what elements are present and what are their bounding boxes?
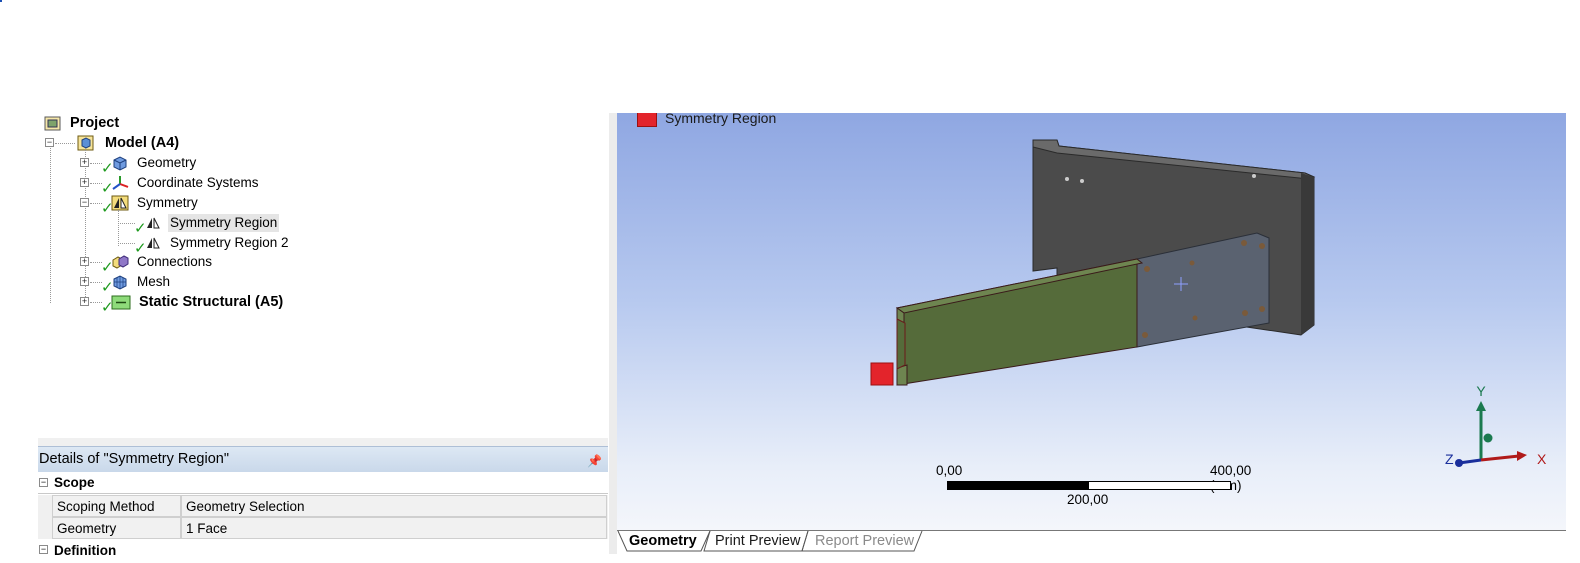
tree-item-coordinate-systems[interactable]: Coordinate Systems [111, 173, 261, 193]
tree-label-connections: Connections [137, 254, 213, 269]
viewport-edge [1566, 113, 1580, 554]
property-key: Scoping Method [52, 495, 181, 517]
graphics-viewport[interactable]: Symmetry Region 0,00 400,00 (mm) [617, 113, 1566, 530]
tree-label-mesh: Mesh [137, 274, 171, 289]
tree-connector [118, 223, 135, 224]
coordinate-systems-icon [112, 176, 129, 190]
scale-label-mid: 200,00 [1067, 492, 1109, 507]
expand-toggle-connections[interactable]: + [80, 257, 89, 266]
tree-item-mesh[interactable]: Mesh [111, 272, 172, 292]
axis-z-label: Z [1445, 451, 1454, 467]
details-header: Details of "Symmetry Region" 📌 [38, 446, 608, 472]
tree-connector [55, 143, 75, 144]
panel-splitter[interactable] [38, 438, 608, 446]
geometry-icon [113, 156, 127, 171]
scale-bar: 0,00 400,00 (mm) 200,00 [936, 461, 1251, 521]
scale-label-start: 0,00 [936, 463, 963, 478]
pin-icon[interactable]: 📌 [587, 449, 602, 473]
viewport-border [609, 113, 617, 554]
details-title: Details of "Symmetry Region" [39, 451, 229, 467]
axis-triad[interactable]: Y X Z [1437, 383, 1557, 483]
tree-item-symmetry[interactable]: Symmetry [111, 193, 200, 213]
collapse-toggle-symmetry[interactable]: − [80, 198, 89, 207]
tree-label-model: Model (A4) [105, 135, 180, 151]
tab-report-preview[interactable]: Report Preview [815, 531, 914, 553]
details-category-scope[interactable]: − Scope [38, 472, 608, 494]
property-value[interactable]: 1 Face [181, 517, 607, 539]
connections-icon [112, 255, 129, 269]
tree-label-geometry: Geometry [137, 155, 197, 170]
corner-marker [0, 0, 2, 2]
tree-connector [118, 210, 119, 246]
project-icon [44, 116, 61, 131]
symmetry-icon [111, 195, 129, 211]
tree-connector [118, 243, 135, 244]
details-category-definition[interactable]: − Definition [38, 541, 608, 563]
axis-x-label: X [1537, 451, 1547, 467]
tab-geometry[interactable]: Geometry [629, 531, 697, 553]
mesh-icon [113, 275, 127, 290]
outline-tree: Project − Model (A4) + ✓ Geometry + ✓ Co… [38, 112, 608, 438]
tab-print-preview[interactable]: Print Preview [715, 531, 800, 553]
details-row-scoping-method[interactable]: Scoping Method Geometry Selection [38, 495, 608, 517]
axis-y-label: Y [1476, 383, 1486, 399]
tree-item-symmetry-region-2[interactable]: Symmetry Region 2 [144, 233, 291, 253]
expand-toggle-mesh[interactable]: + [80, 277, 89, 286]
static-structural-icon [111, 295, 131, 310]
category-label: Definition [54, 543, 117, 558]
tree-label-project: Project [70, 115, 120, 131]
tree-item-geometry[interactable]: Geometry [111, 153, 198, 173]
collapse-toggle-definition[interactable]: − [39, 545, 48, 554]
tree-label-symmetry-region: Symmetry Region [168, 214, 280, 232]
category-label: Scope [54, 475, 95, 490]
tree-label-static-structural: Static Structural (A5) [139, 294, 284, 310]
symmetry-region-icon [147, 217, 160, 229]
tree-item-symmetry-region[interactable]: Symmetry Region [144, 213, 280, 233]
viewport-tabs: Geometry Print Preview Report Preview [617, 530, 1566, 555]
property-value[interactable]: Geometry Selection [181, 495, 607, 517]
expand-toggle-geometry[interactable]: + [80, 158, 89, 167]
tree-item-connections[interactable]: Connections [111, 252, 214, 272]
tree-item-project[interactable]: Project [44, 113, 121, 133]
details-row-geometry[interactable]: Geometry 1 Face [38, 517, 608, 539]
scale-track [947, 481, 1231, 490]
model-icon [77, 135, 94, 151]
tree-item-model[interactable]: Model (A4) [77, 133, 181, 153]
tree-label-symmetry: Symmetry [137, 195, 198, 210]
collapse-toggle-scope[interactable]: − [39, 478, 48, 487]
tree-label-symmetry-region-2: Symmetry Region 2 [170, 235, 289, 250]
expand-toggle-static-structural[interactable]: + [80, 297, 89, 306]
tree-connector [50, 148, 51, 303]
tree-item-static-structural[interactable]: Static Structural (A5) [111, 292, 285, 312]
property-key: Geometry [52, 517, 181, 539]
expand-toggle-coordinate-systems[interactable]: + [80, 178, 89, 187]
collapse-toggle-model[interactable]: − [45, 138, 54, 147]
tree-label-coordinate-systems: Coordinate Systems [137, 175, 259, 190]
scale-fill [948, 482, 1089, 489]
symmetry-region-icon [147, 237, 160, 249]
